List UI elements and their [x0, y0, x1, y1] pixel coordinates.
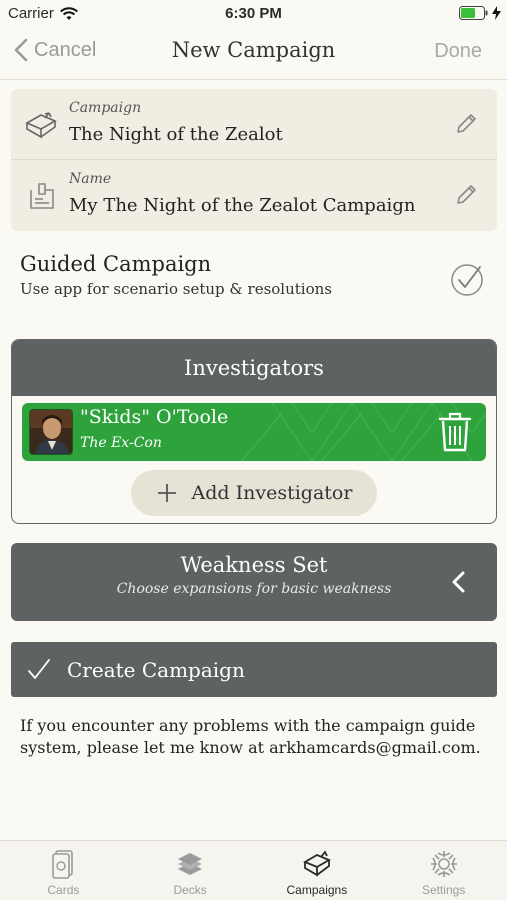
checkmark-icon	[28, 658, 50, 679]
name-card-icon	[30, 183, 54, 209]
trash-icon[interactable]	[436, 411, 474, 453]
add-investigator-button[interactable]: Add Investigator	[131, 470, 377, 516]
investigator-subtitle: The Ex-Con	[80, 435, 162, 451]
tab-campaigns[interactable]: Campaigns	[254, 841, 381, 900]
tab-cards[interactable]: Cards	[0, 841, 127, 900]
campaign-box-icon	[25, 112, 57, 139]
checkmark-circle-icon[interactable]	[450, 263, 484, 297]
campaign-info-card: Campaign The Night of the Zealot Name My…	[11, 89, 497, 231]
tab-decks-label: Decks	[173, 883, 207, 897]
chevron-left-icon	[452, 571, 465, 593]
campaigns-icon	[302, 850, 331, 877]
guided-campaign-title: Guided Campaign	[20, 252, 212, 276]
edit-campaign-icon[interactable]	[453, 111, 479, 137]
cards-icon	[52, 850, 74, 879]
name-value: My The Night of the Zealot Campaign	[69, 195, 416, 216]
tab-settings[interactable]: Settings	[380, 841, 507, 900]
campaign-label: Campaign	[69, 100, 142, 116]
tab-cards-label: Cards	[47, 883, 80, 897]
weakness-set-subtitle: Choose expansions for basic weakness	[116, 581, 392, 597]
weakness-set-button[interactable]: Weakness Set Choose expansions for basic…	[11, 543, 497, 621]
weakness-set-title: Weakness Set	[180, 553, 328, 577]
plus-icon	[157, 484, 176, 502]
guided-campaign-toggle[interactable]: Guided Campaign Use app for scenario set…	[20, 252, 490, 312]
name-label: Name	[69, 171, 112, 187]
investigators-header: Investigators	[12, 340, 496, 396]
create-campaign-button[interactable]: Create Campaign	[11, 642, 497, 697]
investigator-portrait	[29, 409, 73, 455]
investigator-row[interactable]: "Skids" O'Toole The Ex-Con	[22, 403, 486, 461]
name-field[interactable]: Name My The Night of the Zealot Campaign	[11, 160, 497, 231]
create-campaign-label: Create Campaign	[67, 657, 245, 682]
help-text: If you encounter any problems with the c…	[20, 716, 481, 757]
tab-settings-label: Settings	[421, 883, 466, 897]
edit-name-icon[interactable]	[453, 182, 479, 208]
investigators-card: Investigators "Skids" O'Toole The Ex-Con	[11, 339, 497, 524]
tab-decks[interactable]: Decks	[127, 841, 254, 900]
tab-campaigns-label: Campaigns	[286, 883, 348, 897]
guided-campaign-subtitle: Use app for scenario setup & resolutions	[20, 280, 332, 298]
status-bar: Carrier 6:30 PM	[0, 0, 507, 28]
status-time: 6:30 PM	[225, 5, 282, 22]
add-investigator-label: Add Investigator	[191, 482, 353, 504]
tab-bar: Cards Decks Campaigns Settings	[0, 840, 507, 900]
settings-icon	[430, 851, 457, 877]
decks-icon	[178, 853, 203, 875]
navigation-bar: Cancel New Campaign Done	[0, 28, 507, 80]
charging-bolt-icon	[492, 6, 501, 20]
done-button[interactable]: Done	[434, 40, 482, 63]
battery-icon	[459, 6, 501, 20]
campaign-field[interactable]: Campaign The Night of the Zealot	[11, 89, 497, 160]
page-title: New Campaign	[171, 38, 336, 62]
campaign-value: The Night of the Zealot	[69, 124, 283, 145]
investigator-name: "Skids" O'Toole	[80, 406, 229, 428]
